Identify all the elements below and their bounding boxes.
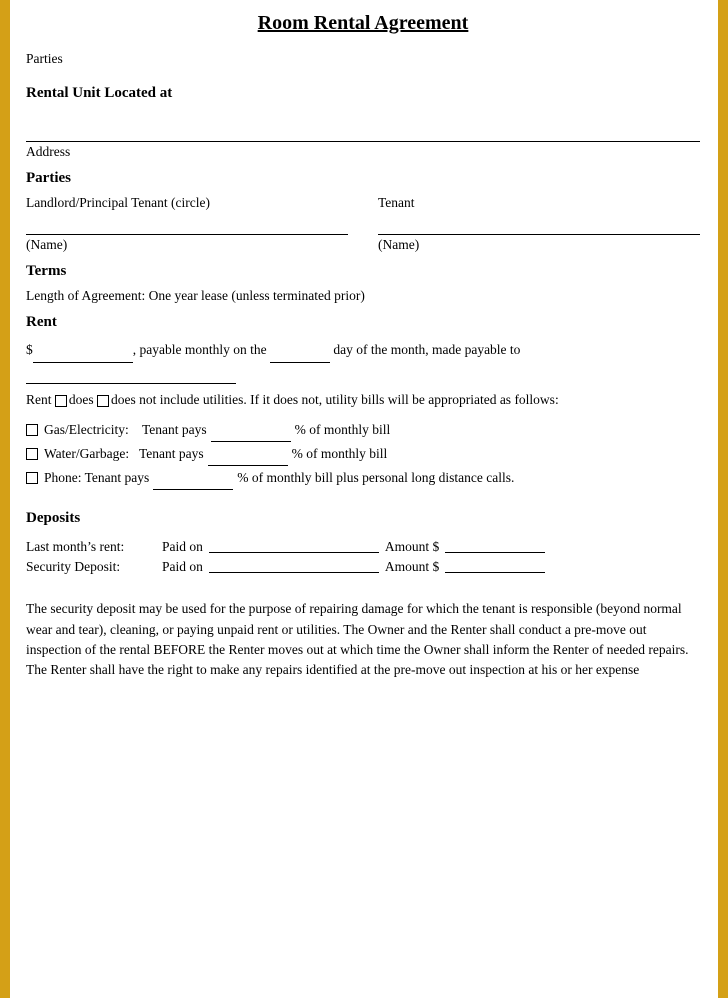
security-deposit-label: Security Deposit:: [26, 559, 156, 575]
amount-text-2: Amount $: [385, 559, 439, 575]
left-border: [0, 0, 10, 998]
gas-checkbox[interactable]: [26, 424, 38, 436]
last-month-label: Last month’s rent:: [26, 539, 156, 555]
tenant-name-label: (Name): [378, 237, 700, 253]
does-checkbox[interactable]: [55, 395, 67, 407]
gas-label: Gas/Electricity: Tenant pays: [44, 419, 207, 442]
phone-checkbox[interactable]: [26, 472, 38, 484]
document-content: Room Rental Agreement Parties Rental Uni…: [10, 0, 718, 998]
rent-day-fill[interactable]: [270, 339, 330, 363]
water-suffix: % of monthly bill: [292, 443, 388, 466]
security-paragraph: The security deposit may be used for the…: [26, 599, 700, 680]
security-paid-fill[interactable]: [209, 559, 379, 573]
landlord-name-label: (Name): [26, 237, 348, 253]
intro-paragraph: Parties: [26, 49, 700, 69]
address-label: Address: [26, 144, 700, 160]
rent-block: $ , payable monthly on the day of the mo…: [26, 339, 700, 384]
tenant-name-line[interactable]: [378, 217, 700, 235]
phone-suffix: % of monthly bill plus personal long dis…: [237, 467, 514, 490]
address-input-line[interactable]: [26, 120, 700, 142]
tenant-label: Tenant: [378, 195, 700, 211]
deposits-heading: Deposits: [26, 510, 700, 527]
phone-label: Phone: Tenant pays: [44, 467, 149, 490]
utility-water: Water/Garbage: Tenant pays % of monthly …: [26, 442, 700, 466]
gas-percent-fill[interactable]: [211, 418, 291, 442]
rental-unit-heading: Rental Unit Located at: [26, 85, 700, 102]
deposit-row-last-month: Last month’s rent: Paid on Amount $: [26, 539, 700, 555]
terms-length-text: Length of Agreement: One year lease (unl…: [26, 288, 700, 304]
rent-suffix-text: day of the month, made payable to: [330, 342, 520, 357]
does-not-checkbox[interactable]: [97, 395, 109, 407]
water-label: Water/Garbage: Tenant pays: [44, 443, 204, 466]
document-title: Room Rental Agreement: [26, 12, 700, 35]
deposit-row-security: Security Deposit: Paid on Amount $: [26, 559, 700, 575]
phone-percent-fill[interactable]: [153, 466, 233, 490]
rent-mid-text: , payable monthly on the: [133, 342, 270, 357]
amount-text-1: Amount $: [385, 539, 439, 555]
paid-on-text-2: Paid on: [162, 559, 203, 575]
rent-payable-to-fill[interactable]: [26, 367, 236, 384]
paid-on-text-1: Paid on: [162, 539, 203, 555]
water-percent-fill[interactable]: [208, 442, 288, 466]
right-border: [718, 0, 728, 998]
landlord-label: Landlord/Principal Tenant (circle): [26, 195, 348, 211]
landlord-name-line[interactable]: [26, 217, 348, 235]
water-checkbox[interactable]: [26, 448, 38, 460]
utility-phone: Phone: Tenant pays % of monthly bill plu…: [26, 466, 700, 490]
rent-heading: Rent: [26, 314, 700, 331]
security-amount-fill[interactable]: [445, 559, 545, 573]
rent-utilities-text: Rent does does not include utilities. If…: [26, 390, 700, 410]
last-month-paid-fill[interactable]: [209, 539, 379, 553]
rent-amount-fill[interactable]: [33, 339, 133, 363]
last-month-amount-fill[interactable]: [445, 539, 545, 553]
dollar-sign: $: [26, 342, 33, 357]
terms-heading: Terms: [26, 263, 700, 280]
rent-line-1: $ , payable monthly on the day of the mo…: [26, 339, 700, 363]
gas-suffix: % of monthly bill: [295, 419, 391, 442]
parties-heading: Parties: [26, 170, 700, 187]
utility-gas: Gas/Electricity: Tenant pays % of monthl…: [26, 418, 700, 442]
